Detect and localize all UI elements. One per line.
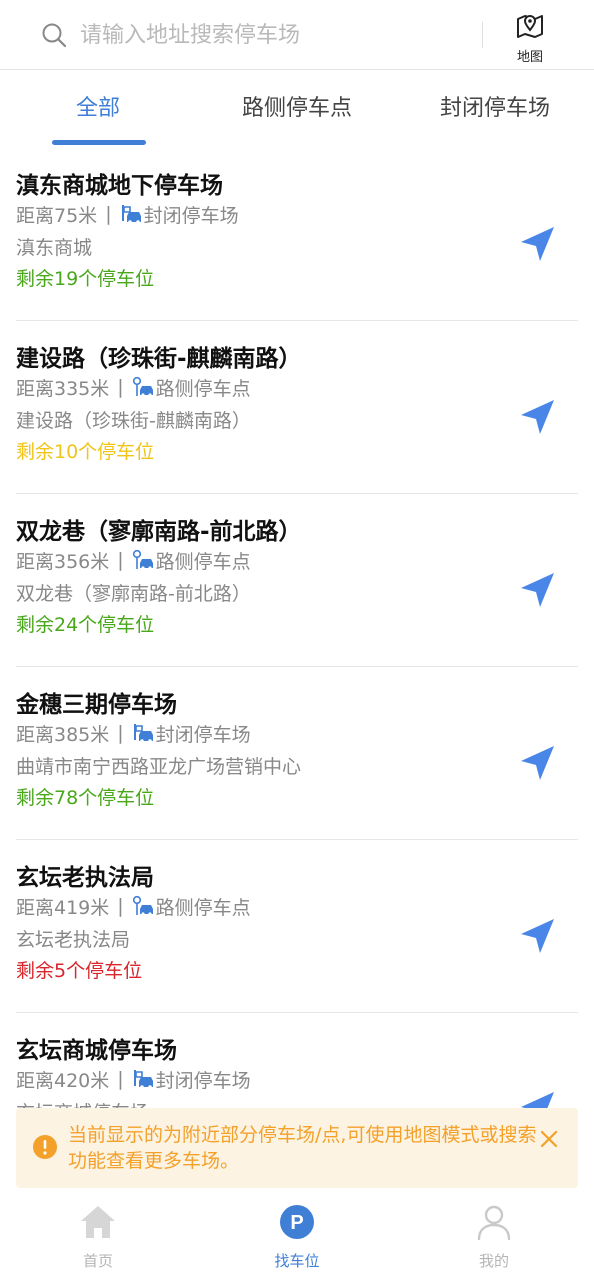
roadside-parking-icon xyxy=(132,549,154,571)
nav-home[interactable]: 首页 xyxy=(48,1202,148,1271)
meta-separator: | xyxy=(117,895,124,917)
parking-name: 滇东商城地下停车场 xyxy=(16,173,223,199)
closed-lot-icon xyxy=(120,203,142,225)
app-root: 地图 全部 路侧停车点 封闭停车场 滇东商城地下停车场距离75米|封闭停车场滇东… xyxy=(0,0,594,1280)
profile-icon xyxy=(474,1202,514,1246)
map-button-label: 地图 xyxy=(516,50,543,65)
nav-profile[interactable]: 我的 xyxy=(444,1202,544,1271)
parking-distance: 距离385米 xyxy=(16,723,110,746)
roadside-parking-icon xyxy=(132,895,154,917)
parking-meta: 距离385米 | 封闭停车场 xyxy=(16,721,251,746)
parking-type: 封闭停车场 xyxy=(155,1069,251,1092)
parking-address: 双龙巷（寥廓南路-前北路） xyxy=(16,583,251,605)
parking-name: 建设路（珍珠街-麒麟南路） xyxy=(16,346,302,372)
active-tab-indicator xyxy=(52,140,146,145)
parking-name: 玄坛老执法局 xyxy=(16,865,154,891)
parking-list-item[interactable]: 滇东商城地下停车场 距离75米 | 封闭停车场滇东商城剩余19个停车位 xyxy=(16,148,578,321)
parking-list-item[interactable]: 金穗三期停车场 距离385米 | 封闭停车场曲靖市南宁西路亚龙广场营销中心 剩余78个停… xyxy=(16,667,578,840)
navigate-arrow-icon[interactable] xyxy=(518,570,558,610)
parking-list: 滇东商城地下停车场 距离75米 | 封闭停车场 滇东商城 剩余19个停车位 建设路（珍珠街-… xyxy=(0,148,594,1108)
parking-remaining: 剩余78个停车位 xyxy=(16,787,155,809)
parking-distance: 距离356米 xyxy=(16,550,110,573)
notice-banner: 当前显示的为附近部分停车场/点,可使用地图模式或搜索功能查看更多车场。 xyxy=(16,1108,578,1188)
nav-profile-label: 我的 xyxy=(478,1252,509,1270)
parking-address: 玄坛商城停车场 xyxy=(16,1098,149,1108)
svg-text:P: P xyxy=(290,1212,303,1234)
header: 地图 xyxy=(0,0,594,70)
warning-icon xyxy=(32,1134,58,1160)
parking-type: 路侧停车点 xyxy=(155,377,251,400)
map-button[interactable]: 地图 xyxy=(506,10,554,65)
parking-meta: 距离75米 | 封闭停车场 xyxy=(16,202,239,227)
closed-lot-icon xyxy=(132,722,154,744)
parking-list-item[interactable]: 玄坛老执法局 距离419米 | 路侧停车点 玄坛老执法局 剩余5个停车位 xyxy=(16,840,578,1013)
parking-remaining: 剩余24个停车位 xyxy=(16,614,155,636)
navigate-arrow-icon[interactable] xyxy=(518,224,558,264)
tab-all[interactable]: 全部 xyxy=(76,90,120,122)
parking-distance: 距离419米 xyxy=(16,896,110,919)
parking-type: 路侧停车点 xyxy=(155,896,251,919)
parking-type: 路侧停车点 xyxy=(155,550,251,573)
closed-lot-icon xyxy=(132,1068,154,1090)
parking-distance: 距离420米 xyxy=(16,1069,110,1092)
meta-separator: | xyxy=(117,549,124,571)
roadside-parking-icon xyxy=(132,376,154,398)
meta-separator: | xyxy=(105,203,112,225)
parking-meta: 距离356米 | 路侧停车点 xyxy=(16,548,251,573)
parking-remaining: 剩余5个停车位 xyxy=(16,960,143,982)
tab-roadside[interactable]: 路侧停车点 xyxy=(242,90,352,122)
home-icon xyxy=(78,1202,118,1246)
bottom-nav: 首页 P 找车位 我的 xyxy=(0,1192,594,1280)
nav-home-label: 首页 xyxy=(82,1252,113,1270)
parking-type: 封闭停车场 xyxy=(155,723,251,746)
parking-list-item[interactable]: 玄坛商城停车场距离420米|封闭停车场玄坛商城停车场 xyxy=(16,1013,578,1108)
nav-find-parking-label: 找车位 xyxy=(274,1252,320,1270)
tab-closed-lot[interactable]: 封闭停车场 xyxy=(440,90,550,122)
parking-address: 玄坛老执法局 xyxy=(16,929,131,951)
meta-separator: | xyxy=(117,376,124,398)
parking-address: 曲靖市南宁西路亚龙广场营销中心 xyxy=(16,756,302,778)
tab-bar: 全部 路侧停车点 封闭停车场 xyxy=(0,72,594,148)
parking-address: 建设路（珍珠街-麒麟南路） xyxy=(16,410,251,432)
parking-icon: P xyxy=(277,1202,317,1246)
navigate-arrow-icon[interactable] xyxy=(518,916,558,956)
nav-find-parking[interactable]: P 找车位 xyxy=(247,1202,347,1271)
parking-name: 双龙巷（寥廓南路-前北路） xyxy=(16,519,302,545)
navigate-arrow-icon[interactable] xyxy=(518,397,558,437)
parking-name: 玄坛商城停车场 xyxy=(16,1038,177,1064)
meta-separator: | xyxy=(117,722,124,744)
parking-list-item[interactable]: 双龙巷（寥廓南路-前北路） 距离356米 | 路侧停车点 双龙巷（寥廓南路-前北路） 剩余… xyxy=(16,494,578,667)
search-icon xyxy=(40,21,68,49)
meta-separator: | xyxy=(117,1068,124,1090)
parking-name: 金穗三期停车场 xyxy=(16,692,177,718)
parking-type: 封闭停车场 xyxy=(143,204,239,227)
parking-distance: 距离335米 xyxy=(16,377,110,400)
parking-remaining: 剩余19个停车位 xyxy=(16,268,155,290)
notice-text: 当前显示的为附近部分停车场/点,可使用地图模式或搜索功能查看更多车场。 xyxy=(68,1124,537,1172)
search-box[interactable] xyxy=(40,16,470,54)
navigate-arrow-icon[interactable] xyxy=(518,1089,558,1108)
header-divider xyxy=(482,22,483,48)
parking-meta: 距离419米 | 路侧停车点 xyxy=(16,894,251,919)
close-icon[interactable] xyxy=(538,1128,560,1150)
parking-distance: 距离75米 xyxy=(16,204,98,227)
parking-address: 滇东商城 xyxy=(16,237,93,259)
parking-meta: 距离335米 | 路侧停车点 xyxy=(16,375,251,400)
parking-list-item[interactable]: 建设路（珍珠街-麒麟南路） 距离335米 | 路侧停车点 建设路（珍珠街-麒麟南路） 剩余… xyxy=(16,321,578,494)
parking-remaining: 剩余10个停车位 xyxy=(16,441,155,463)
navigate-arrow-icon[interactable] xyxy=(518,743,558,783)
search-input[interactable] xyxy=(80,17,460,53)
map-pin-icon xyxy=(515,10,545,44)
parking-meta: 距离420米 | 封闭停车场 xyxy=(16,1067,251,1092)
